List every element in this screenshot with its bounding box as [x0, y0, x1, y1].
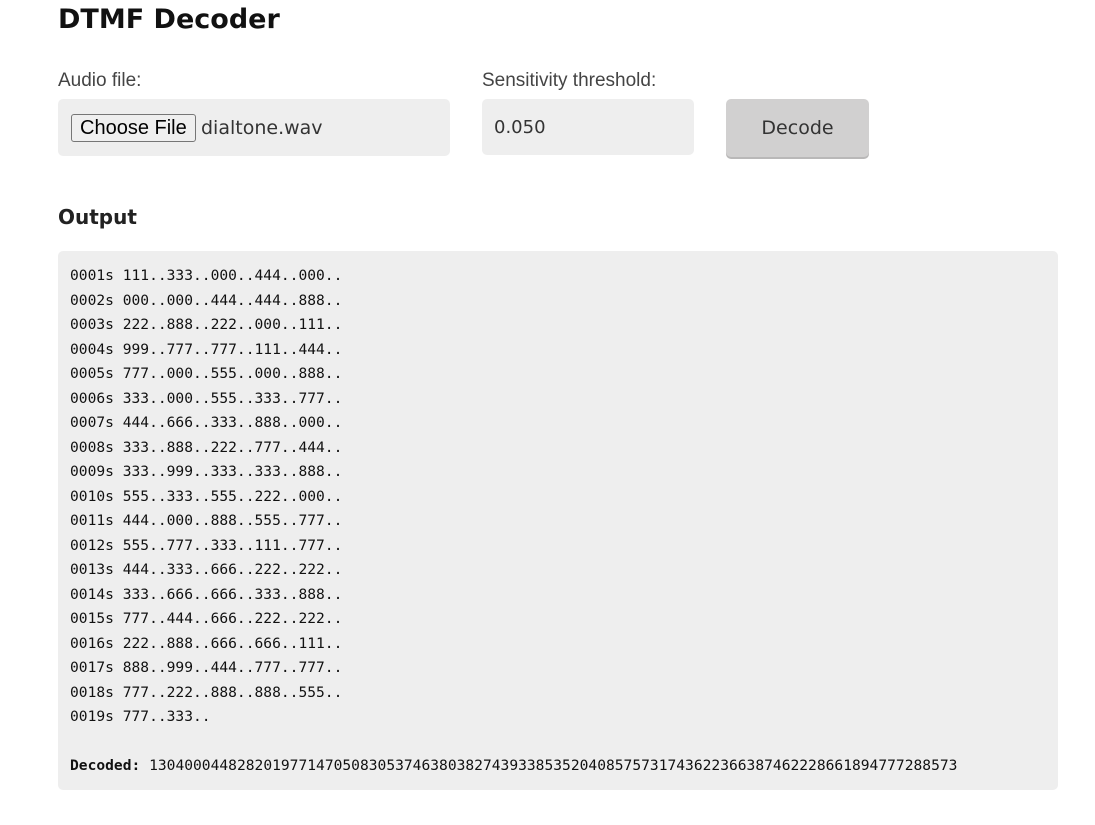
output-line: 0003s 222..888..222..000..111..: [70, 316, 343, 333]
output-line: 0018s 777..222..888..888..555..: [70, 683, 343, 701]
output-line: 0014s 333..666..666..333..888..: [70, 585, 343, 603]
output-lines: 0001s 111..333..000..444..000.. 0002s 000…: [70, 264, 1046, 730]
output-line: 0006s 333..000..555..333..777..: [70, 389, 343, 407]
output-heading: Output: [58, 205, 137, 229]
decoded-label: Decoded:: [70, 757, 141, 774]
decode-button[interactable]: Decode: [726, 99, 869, 157]
output-line: 0019s 777..333..: [70, 708, 211, 725]
output-line: 0012s 555..777..333..111..777..: [70, 536, 343, 554]
page-title: DTMF Decoder: [58, 4, 280, 35]
choose-file-button[interactable]: Choose File: [71, 114, 196, 142]
output-panel: 0001s 111..333..000..444..000.. 0002s 000…: [58, 251, 1058, 790]
output-line: 0017s 888..999..444..777..777..: [70, 659, 343, 676]
output-line: 0011s 444..000..888..555..777..: [70, 512, 343, 529]
decoded-row: Decoded: 1304000448282019771470508305374…: [70, 754, 1046, 779]
output-line: 0013s 444..333..666..222..222..: [70, 561, 343, 578]
output-line: 0015s 777..444..666..222..222..: [70, 610, 343, 627]
sensitivity-threshold-label: Sensitivity threshold:: [482, 70, 657, 91]
audio-file-label: Audio file:: [58, 70, 142, 91]
output-line: 0005s 777..000..555..000..888..: [70, 365, 343, 382]
output-line: 0007s 444..666..333..888..000..: [70, 414, 343, 431]
output-line: 0001s 111..333..000..444..000..: [70, 267, 343, 284]
output-line: 0002s 000..000..444..444..888..: [70, 291, 343, 309]
audio-file-input[interactable]: Choose File dialtone.wav: [58, 99, 450, 156]
output-line: 0009s 333..999..333..333..888..: [70, 463, 343, 480]
decoded-value: 1304000448282019771470508305374638038274…: [149, 757, 958, 774]
output-line: 0010s 555..333..555..222..000..: [70, 487, 343, 505]
sensitivity-threshold-input[interactable]: [482, 99, 694, 155]
output-line: 0008s 333..888..222..777..444..: [70, 438, 343, 456]
selected-file-name: dialtone.wav: [201, 117, 323, 139]
output-line: 0016s 222..888..666..666..111..: [70, 634, 343, 652]
output-line: 0004s 999..777..777..111..444..: [70, 340, 343, 358]
